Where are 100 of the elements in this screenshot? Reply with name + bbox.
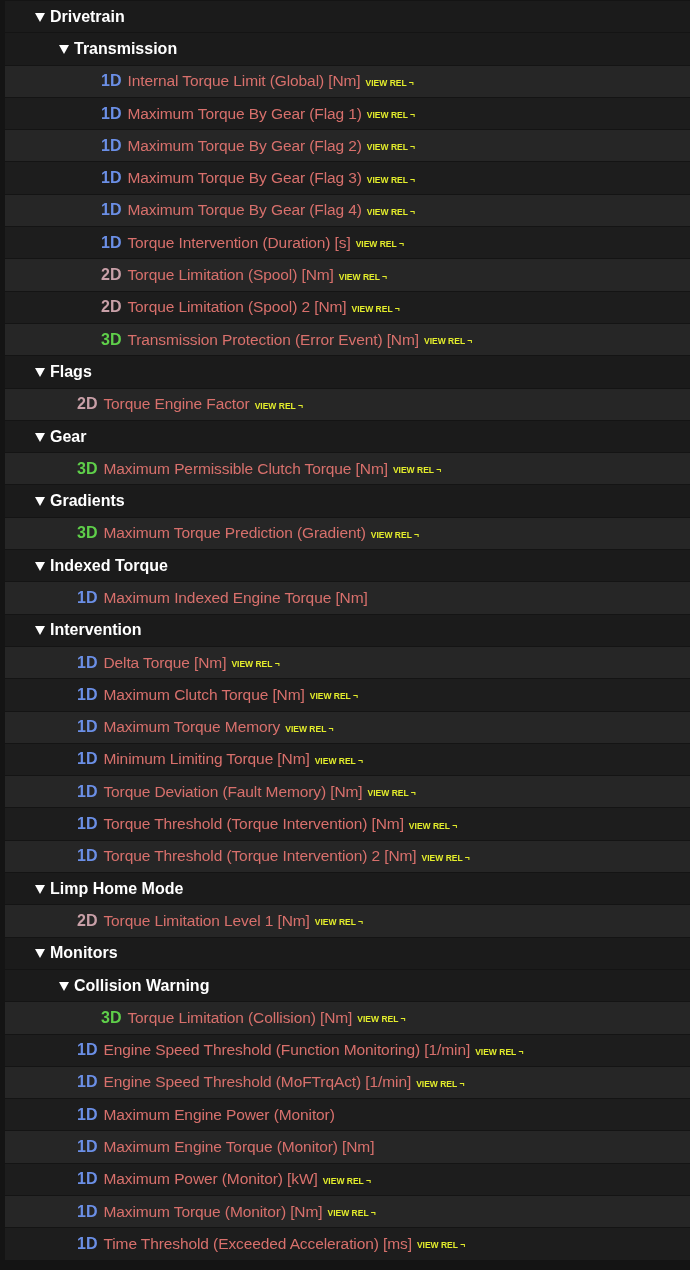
group-label[interactable]: Monitors — [50, 944, 118, 963]
dimension-tag: 1D — [77, 1073, 98, 1092]
dimension-tag: 3D — [101, 1008, 122, 1027]
map-name-link[interactable]: Maximum Torque Memory — [103, 718, 281, 737]
dimension-tag: 3D — [77, 459, 98, 478]
view-rel-link[interactable]: VIEW REL ¬ — [231, 659, 280, 670]
caret-icon[interactable] — [35, 496, 45, 507]
dimension-tag: 1D — [77, 718, 98, 737]
view-rel-link[interactable]: VIEW REL ¬ — [365, 77, 414, 88]
view-rel-link[interactable]: VIEW REL ¬ — [408, 820, 458, 831]
group-label[interactable]: Drivetrain — [50, 7, 125, 26]
view-rel-link[interactable]: VIEW REL ¬ — [314, 917, 364, 928]
group-label[interactable]: Gear — [50, 427, 87, 446]
view-rel-link[interactable]: VIEW REL ¬ — [338, 271, 388, 282]
caret-icon[interactable] — [35, 431, 45, 442]
view-rel-link[interactable]: VIEW REL ¬ — [366, 174, 416, 185]
group-label[interactable]: Transmission — [74, 39, 178, 58]
view-rel-link[interactable]: VIEW REL ¬ — [254, 400, 303, 411]
map-name-link[interactable]: Maximum Torque By Gear (Flag 4) — [127, 201, 362, 220]
dimension-tag: 1D — [77, 1202, 98, 1221]
dimension-tag: 3D — [77, 524, 98, 543]
map-name-link[interactable]: Time Threshold (Exceeded Acceleration) [ms] — [103, 1234, 412, 1253]
view-rel-link[interactable]: VIEW REL ¬ — [355, 239, 404, 250]
map-name-link[interactable]: Torque Engine Factor — [103, 395, 250, 414]
view-rel-link[interactable]: VIEW REL ¬ — [351, 303, 400, 314]
dimension-tag: 1D — [101, 72, 122, 91]
view-rel-link[interactable]: VIEW REL ¬ — [367, 788, 416, 799]
view-rel-link[interactable]: VIEW REL ¬ — [309, 691, 358, 702]
map-name-link[interactable]: Torque Limitation (Spool) [Nm] — [127, 266, 334, 284]
dimension-tag: 1D — [77, 589, 98, 607]
view-rel-link[interactable]: VIEW REL ¬ — [424, 336, 473, 347]
view-rel-link[interactable]: VIEW REL ¬ — [366, 110, 416, 121]
dimension-tag: 3D — [101, 330, 122, 349]
map-name-link[interactable]: Transmission Protection (Error Event) [Nm] — [127, 330, 419, 349]
view-rel-link[interactable]: VIEW REL ¬ — [416, 1078, 465, 1089]
map-name-link[interactable]: Engine Speed Threshold (Function Monitoring) [1/min] — [103, 1041, 471, 1060]
group-label[interactable]: Indexed Torque — [50, 556, 168, 575]
dimension-tag: 1D — [77, 1234, 98, 1253]
view-rel-link[interactable]: VIEW REL ¬ — [416, 1240, 466, 1251]
map-name-link[interactable]: Torque Threshold (Torque Intervention) 2 [Nm] — [103, 847, 417, 866]
dimension-tag: 1D — [77, 815, 98, 834]
view-rel-link[interactable]: VIEW REL ¬ — [327, 1208, 376, 1219]
caret-icon[interactable] — [35, 625, 45, 636]
view-rel-link[interactable]: VIEW REL ¬ — [357, 1014, 406, 1025]
dimension-tag: 1D — [101, 136, 122, 155]
dimension-tag: 2D — [77, 911, 98, 930]
group-label[interactable]: Gradients — [50, 492, 125, 511]
dimension-tag: 1D — [77, 1041, 98, 1060]
dimension-tag: 1D — [77, 653, 98, 672]
map-name-link[interactable]: Maximum Clutch Torque [Nm] — [103, 685, 305, 704]
map-name-link[interactable]: Internal Torque Limit (Global) [Nm] — [127, 72, 361, 91]
view-rel-link[interactable]: VIEW REL ¬ — [392, 465, 442, 476]
dimension-tag: 2D — [101, 266, 122, 284]
dimension-tag: 1D — [101, 201, 122, 220]
caret-icon[interactable] — [35, 11, 45, 22]
dimension-tag: 1D — [77, 1138, 98, 1157]
view-rel-link[interactable]: VIEW REL ¬ — [285, 723, 334, 734]
map-name-link[interactable]: Maximum Permissible Clutch Torque [Nm] — [103, 459, 388, 478]
group-label[interactable]: Limp Home Mode — [50, 879, 184, 898]
dimension-tag: 1D — [77, 847, 98, 866]
caret-icon[interactable] — [35, 948, 45, 959]
map-name-link[interactable]: Delta Torque [Nm] — [103, 653, 227, 672]
view-rel-link[interactable]: VIEW REL ¬ — [314, 755, 363, 766]
map-name-link[interactable]: Torque Limitation (Spool) 2 [Nm] — [127, 298, 347, 317]
view-rel-link[interactable]: VIEW REL ¬ — [366, 142, 416, 153]
dimension-tag: 1D — [101, 104, 122, 123]
view-rel-link[interactable]: VIEW REL ¬ — [475, 1046, 524, 1057]
map-name-link[interactable]: Torque Limitation (Collision) [Nm] — [127, 1008, 353, 1027]
map-name-link[interactable]: Maximum Engine Torque (Monitor) [Nm] — [103, 1138, 375, 1157]
group-label[interactable]: Intervention — [50, 621, 142, 640]
caret-icon[interactable] — [35, 366, 45, 377]
map-name-link[interactable]: Engine Speed Threshold (MoFTrqAct) [1/min] — [103, 1073, 412, 1092]
map-name-link[interactable]: Torque Limitation Level 1 [Nm] — [103, 911, 310, 930]
map-name-link[interactable]: Maximum Engine Power (Monitor) — [103, 1105, 335, 1124]
map-name-link[interactable]: Maximum Torque (Monitor) [Nm] — [103, 1202, 323, 1221]
map-name-link[interactable]: Torque Intervention (Duration) [s] — [127, 233, 351, 252]
dimension-tag: 1D — [77, 1105, 98, 1124]
group-label[interactable]: Flags — [50, 362, 92, 381]
map-name-link[interactable]: Maximum Torque Prediction (Gradient) — [103, 524, 366, 543]
caret-icon[interactable] — [59, 43, 69, 54]
caret-icon[interactable] — [35, 883, 45, 894]
map-name-link[interactable]: Minimum Limiting Torque [Nm] — [103, 750, 310, 769]
map-name-link[interactable]: Maximum Torque By Gear (Flag 2) — [127, 136, 362, 155]
dimension-tag: 1D — [101, 169, 122, 188]
caret-icon[interactable] — [35, 560, 45, 571]
view-rel-link[interactable]: VIEW REL ¬ — [421, 852, 470, 863]
map-name-link[interactable]: Maximum Torque By Gear (Flag 3) — [127, 169, 362, 188]
map-name-link[interactable]: Maximum Indexed Engine Torque [Nm] — [103, 589, 368, 607]
dimension-tag: 1D — [77, 685, 98, 704]
map-name-link[interactable]: Maximum Power (Monitor) [kW] — [103, 1170, 318, 1189]
view-rel-link[interactable]: VIEW REL ¬ — [366, 206, 416, 217]
view-rel-link[interactable]: VIEW REL ¬ — [370, 529, 420, 540]
caret-icon[interactable] — [59, 980, 69, 991]
dimension-tag: 1D — [77, 782, 98, 801]
dimension-tag: 1D — [77, 750, 98, 769]
map-name-link[interactable]: Maximum Torque By Gear (Flag 1) — [127, 104, 362, 123]
map-name-link[interactable]: Torque Deviation (Fault Memory) [Nm] — [103, 782, 363, 801]
map-name-link[interactable]: Torque Threshold (Torque Intervention) [Nm] — [103, 815, 404, 834]
view-rel-link[interactable]: VIEW REL ¬ — [322, 1175, 371, 1186]
group-label[interactable]: Collision Warning — [74, 976, 210, 995]
